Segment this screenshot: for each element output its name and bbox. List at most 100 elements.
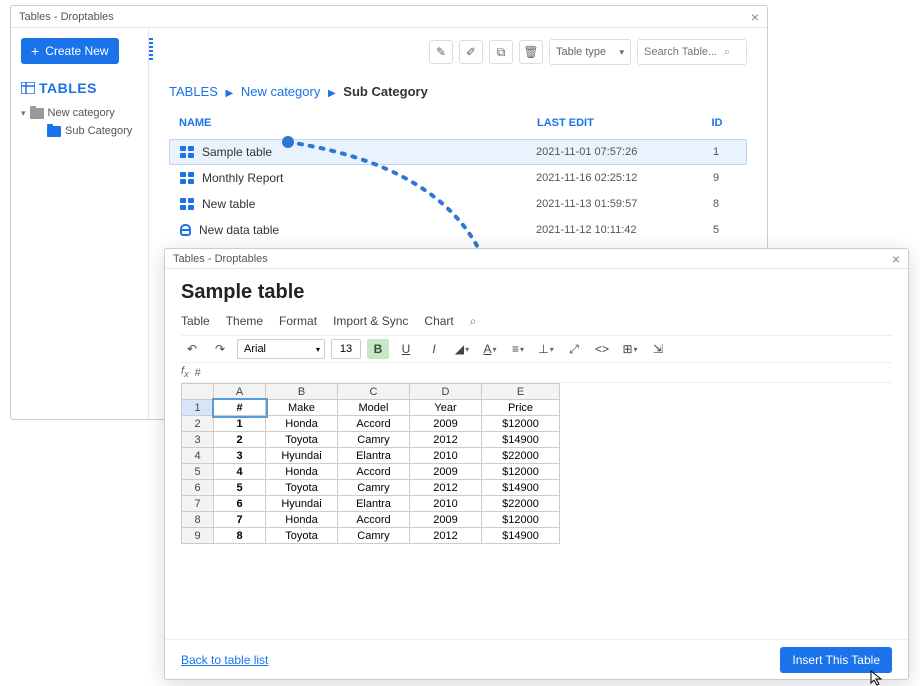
cell[interactable]: 1 [214, 416, 266, 432]
cell[interactable]: Camry [338, 480, 410, 496]
cell[interactable]: 2009 [410, 416, 482, 432]
cell[interactable]: 5 [214, 480, 266, 496]
cell[interactable]: Hyundai [266, 448, 338, 464]
cell[interactable]: $22000 [482, 496, 560, 512]
bold-icon[interactable]: B [367, 339, 389, 359]
menu-item[interactable]: Import & Sync [333, 314, 408, 329]
font-select[interactable]: Arial [237, 339, 325, 359]
formula-value[interactable]: # [195, 367, 201, 379]
table-row[interactable]: Monthly Report2021-11-16 02:25:129 [169, 165, 747, 191]
cell[interactable]: Toyota [266, 528, 338, 544]
align-icon[interactable]: ≡ [507, 339, 529, 359]
drag-handle-icon[interactable] [149, 36, 153, 60]
cell[interactable]: $12000 [482, 464, 560, 480]
menu-item[interactable]: Theme [226, 314, 263, 329]
cell[interactable]: $14900 [482, 480, 560, 496]
cell[interactable]: Elantra [338, 448, 410, 464]
cell[interactable]: 2 [214, 432, 266, 448]
row-header[interactable]: 3 [182, 432, 214, 448]
text-color-icon[interactable]: A [479, 339, 501, 359]
cell[interactable]: 2012 [410, 528, 482, 544]
cell[interactable]: Toyota [266, 432, 338, 448]
cell[interactable]: 2009 [410, 464, 482, 480]
spreadsheet[interactable]: ABCDE1#MakeModelYearPrice21HondaAccord20… [181, 383, 560, 544]
code-icon[interactable]: <> [591, 339, 613, 359]
col-header[interactable]: E [482, 384, 560, 400]
cell[interactable]: 3 [214, 448, 266, 464]
cell[interactable]: 8 [214, 528, 266, 544]
font-size-input[interactable] [331, 339, 361, 359]
cell[interactable]: Price [482, 400, 560, 416]
tree-item-new-category[interactable]: ▾ New category [21, 104, 138, 122]
cell[interactable]: Accord [338, 464, 410, 480]
close-icon[interactable]: × [751, 9, 759, 25]
delete-icon[interactable]: 🗑 [519, 40, 543, 64]
merge-icon[interactable]: ⇲ [647, 339, 669, 359]
menu-item[interactable]: Chart [424, 314, 453, 329]
table-row[interactable]: Sample table2021-11-01 07:57:261 [169, 139, 747, 165]
row-header[interactable]: 6 [182, 480, 214, 496]
italic-icon[interactable]: I [423, 339, 445, 359]
col-header[interactable]: B [266, 384, 338, 400]
undo-icon[interactable]: ↶ [181, 339, 203, 359]
rename-icon[interactable]: ✐ [459, 40, 483, 64]
row-header[interactable]: 4 [182, 448, 214, 464]
cell[interactable]: Year [410, 400, 482, 416]
cell[interactable]: $14900 [482, 432, 560, 448]
col-header[interactable]: C [338, 384, 410, 400]
cell[interactable]: Accord [338, 512, 410, 528]
cell[interactable]: $12000 [482, 512, 560, 528]
row-header[interactable]: 9 [182, 528, 214, 544]
copy-icon[interactable]: ⧉ [489, 40, 513, 64]
cell[interactable]: $12000 [482, 416, 560, 432]
cell[interactable]: Model [338, 400, 410, 416]
insert-table-button[interactable]: Insert This Table [780, 647, 892, 673]
line-icon[interactable]: ⊥ [535, 339, 557, 359]
row-header[interactable]: 5 [182, 464, 214, 480]
search-box[interactable]: ⌕ [637, 39, 747, 65]
menu-item[interactable]: Table [181, 314, 210, 329]
create-new-button[interactable]: + Create New [21, 38, 119, 64]
cell[interactable]: 6 [214, 496, 266, 512]
cell[interactable]: 2009 [410, 512, 482, 528]
row-header[interactable]: 1 [182, 400, 214, 416]
edit-icon[interactable]: ✎ [429, 40, 453, 64]
cell[interactable]: Camry [338, 432, 410, 448]
cell[interactable]: # [214, 400, 266, 416]
tree-item-sub-category[interactable]: Sub Category [21, 122, 138, 140]
table-row[interactable]: New table2021-11-13 01:59:578 [169, 191, 747, 217]
cell[interactable]: Camry [338, 528, 410, 544]
cell[interactable]: Honda [266, 512, 338, 528]
cell[interactable]: $14900 [482, 528, 560, 544]
cell[interactable]: 2010 [410, 496, 482, 512]
breadcrumb-tables[interactable]: TABLES [169, 84, 218, 99]
cell[interactable]: Honda [266, 416, 338, 432]
row-header[interactable]: 8 [182, 512, 214, 528]
cell[interactable]: Hyundai [266, 496, 338, 512]
cell[interactable]: Accord [338, 416, 410, 432]
cell[interactable]: $22000 [482, 448, 560, 464]
cell[interactable]: Make [266, 400, 338, 416]
expand-icon[interactable]: ⤢ [563, 339, 585, 359]
cell[interactable]: 4 [214, 464, 266, 480]
cell[interactable]: 7 [214, 512, 266, 528]
cell[interactable]: 2012 [410, 480, 482, 496]
cell[interactable]: 2010 [410, 448, 482, 464]
redo-icon[interactable]: ↷ [209, 339, 231, 359]
search-input[interactable] [644, 46, 724, 58]
menu-item[interactable]: Format [279, 314, 317, 329]
cell[interactable]: Elantra [338, 496, 410, 512]
col-header[interactable]: D [410, 384, 482, 400]
underline-icon[interactable]: U [395, 339, 417, 359]
close-icon[interactable]: × [892, 251, 900, 267]
back-link[interactable]: Back to table list [181, 653, 268, 667]
cell[interactable]: Honda [266, 464, 338, 480]
borders-icon[interactable]: ⊞ [619, 339, 641, 359]
table-type-select[interactable]: Table type [549, 39, 631, 65]
row-header[interactable]: 2 [182, 416, 214, 432]
col-header[interactable]: A [214, 384, 266, 400]
cell[interactable]: 2012 [410, 432, 482, 448]
search-icon[interactable]: ⌕ [470, 314, 477, 329]
table-row[interactable]: New data table2021-11-12 10:11:425 [169, 217, 747, 243]
row-header[interactable]: 7 [182, 496, 214, 512]
